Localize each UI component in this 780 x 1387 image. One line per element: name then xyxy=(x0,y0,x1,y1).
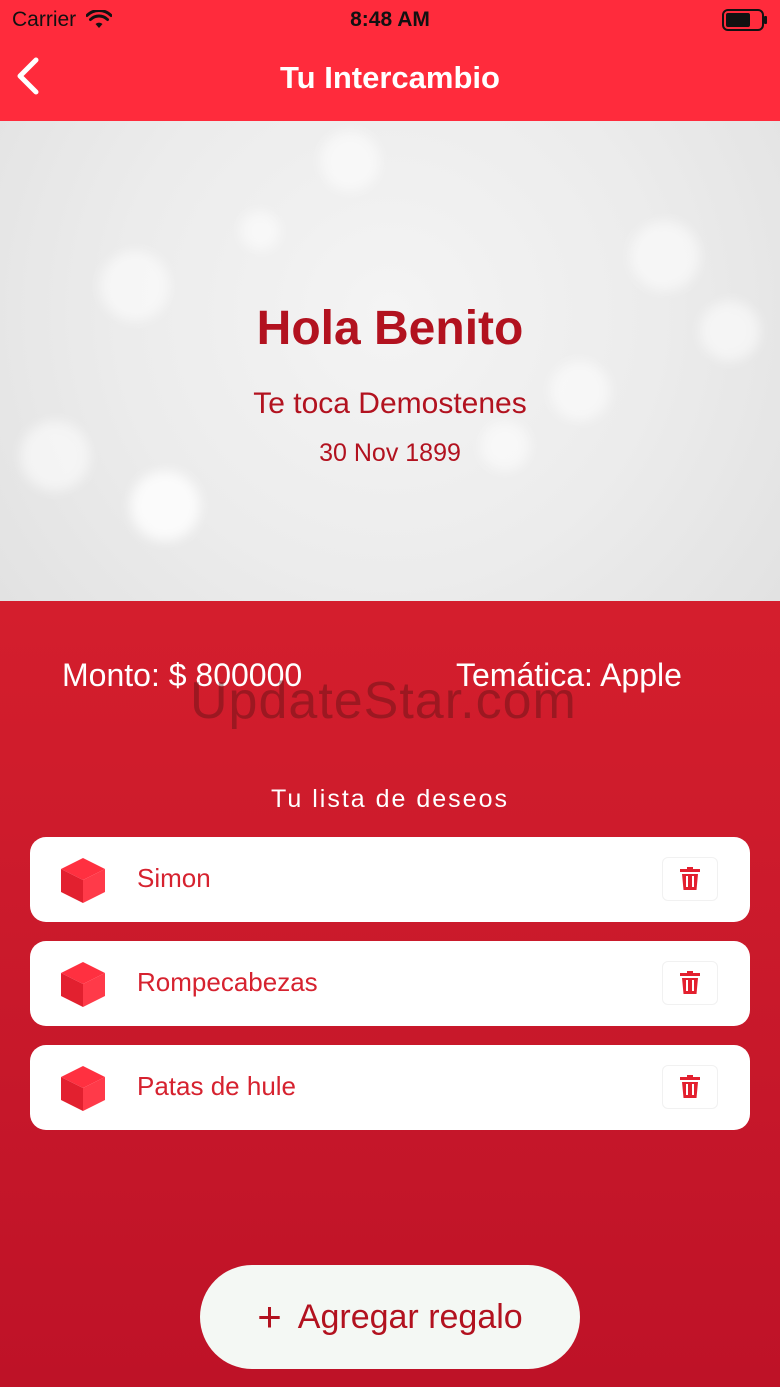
nav-bar: Tu Intercambio xyxy=(0,40,780,121)
assigned-person: Te toca Demostenes xyxy=(253,387,527,420)
gift-box-icon xyxy=(61,858,105,903)
page-title: Tu Intercambio xyxy=(280,60,500,95)
wishlist-item[interactable]: Rompecabezas xyxy=(30,941,750,1026)
plus-icon: + xyxy=(257,1293,282,1340)
trash-icon xyxy=(680,971,700,994)
wishlist-item[interactable]: Simon xyxy=(30,837,750,922)
main-content: Monto: $ 800000 Temática: Apple UpdateSt… xyxy=(0,601,780,1387)
delete-button[interactable] xyxy=(662,961,718,1005)
item-label: Rompecabezas xyxy=(137,967,318,997)
wishlist-item[interactable]: Patas de hule xyxy=(30,1045,750,1130)
watermark: UpdateStar.com xyxy=(190,672,577,730)
greeting-title: Hola Benito xyxy=(256,302,524,355)
add-gift-label: Agregar regalo xyxy=(297,1297,523,1336)
battery-icon xyxy=(722,9,767,31)
hero-banner: Hola Benito Te toca Demostenes 30 Nov 18… xyxy=(0,121,780,601)
trash-icon xyxy=(680,1075,700,1098)
exchange-date: 30 Nov 1899 xyxy=(319,439,461,467)
trash-icon xyxy=(680,867,700,890)
delete-button[interactable] xyxy=(662,857,718,901)
wishlist-title: Tu lista de deseos xyxy=(271,785,509,813)
item-label: Simon xyxy=(137,863,211,893)
gift-box-icon xyxy=(61,962,105,1007)
gift-box-icon xyxy=(61,1066,105,1111)
status-time: 8:48 AM xyxy=(350,8,430,31)
add-gift-button[interactable]: + Agregar regalo xyxy=(200,1265,580,1369)
status-bar: Carrier 8:48 AM xyxy=(0,0,780,40)
item-label: Patas de hule xyxy=(137,1071,297,1101)
delete-button[interactable] xyxy=(662,1065,718,1109)
